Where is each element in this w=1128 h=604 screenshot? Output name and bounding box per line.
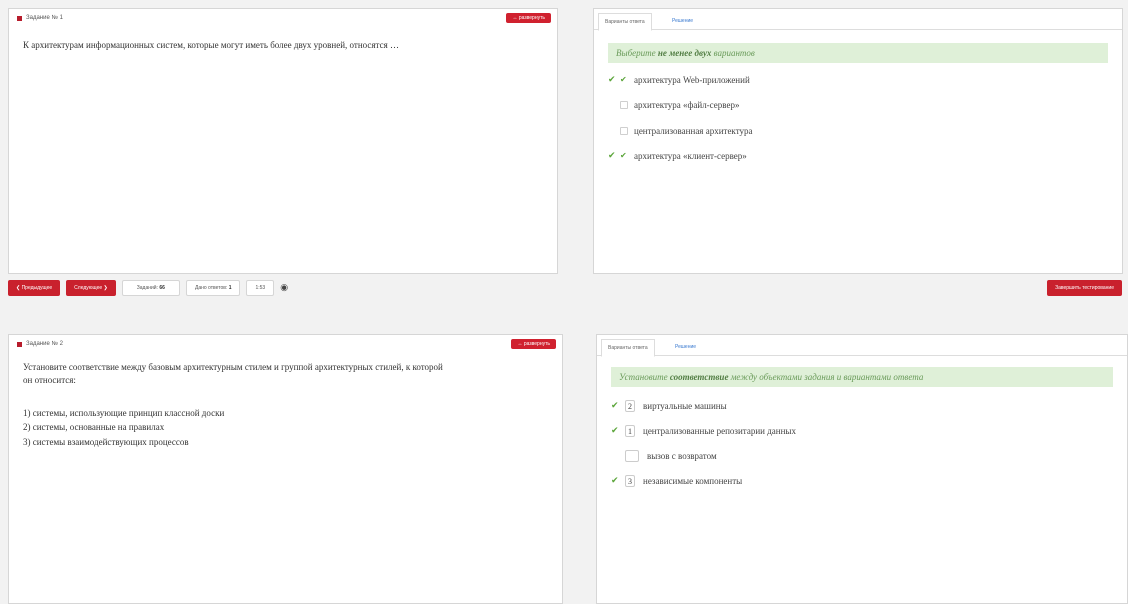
- task2-option-1[interactable]: ✔ 2 виртуальные машины: [611, 399, 727, 413]
- correct-check-icon: ✔: [611, 401, 619, 411]
- task1-answer-panel: Варианты ответа Решение Выберите не мене…: [593, 8, 1123, 274]
- option-label: архитектура «клиент-сервер»: [634, 151, 747, 161]
- tasks-counter-label: Заданий:: [136, 285, 158, 291]
- option-label: виртуальные машины: [643, 401, 727, 411]
- task2-question-line1: Установите соответствие между базовым ар…: [23, 362, 443, 372]
- tasks-counter-value: 66: [159, 285, 165, 291]
- option-label: централизованные репозитарии данных: [643, 426, 796, 436]
- task1-header: Задание № 1: [17, 15, 63, 21]
- task1-option-3[interactable]: централизованная архитектура: [608, 124, 753, 138]
- task2-option-2[interactable]: ✔ 1 централизованные репозитарии данных: [611, 424, 796, 438]
- tab-solution[interactable]: Решение: [669, 339, 702, 355]
- match-number-box[interactable]: 2: [625, 400, 635, 412]
- task1-option-4[interactable]: ✔ ✔ архитектура «клиент-сервер»: [608, 149, 747, 163]
- option-label: независимые компоненты: [643, 476, 743, 486]
- tab-answer-options[interactable]: Варианты ответа: [601, 339, 655, 357]
- tab-answer-options[interactable]: Варианты ответа: [598, 13, 652, 31]
- tasks-counter: Заданий: 66: [121, 280, 180, 296]
- hint-text-bold: соответствие: [669, 372, 729, 382]
- match-number-box[interactable]: 3: [625, 475, 635, 487]
- clock-icon: ◉: [280, 283, 289, 293]
- option-label: вызов с возвратом: [647, 451, 717, 461]
- checkbox-unchecked[interactable]: [620, 101, 628, 109]
- task-marker-icon: [17, 15, 22, 21]
- correct-check-icon: ✔: [608, 151, 616, 161]
- task1-tabs: Варианты ответа Решение: [594, 9, 1122, 31]
- finish-test-button[interactable]: Завершить тестирование: [1047, 280, 1122, 296]
- task2-header-text: Задание № 2: [26, 341, 63, 347]
- hint-text-post: вариантов: [711, 48, 755, 58]
- task2-item-1: 1) системы, использующие принцип классно…: [23, 408, 225, 418]
- task1-option-1[interactable]: ✔ ✔ архитектура Web-приложений: [608, 73, 750, 87]
- next-button[interactable]: Следующее ❯: [66, 280, 116, 296]
- correct-check-icon: ✔: [611, 476, 619, 486]
- task1-hint: Выберите не менее двух вариантов: [608, 43, 1108, 63]
- answers-counter-label: Дано ответов:: [194, 285, 228, 291]
- task2-hint: Установите соответствие между объектами …: [611, 367, 1113, 387]
- option-label: архитектура «файл-сервер»: [634, 100, 740, 110]
- task2-question-line2: он относится:: [23, 375, 76, 385]
- prev-button[interactable]: ❮ Предыдущее: [8, 280, 61, 296]
- tab-solution[interactable]: Решение: [666, 13, 699, 29]
- task1-expand-button[interactable]: ↔ развернуть: [506, 13, 551, 23]
- task2-answer-panel: Варианты ответа Решение Установите соотв…: [596, 334, 1128, 604]
- task2-item-3: 3) системы взаимодействующих процессов: [23, 437, 189, 447]
- hint-text-pre: Установите: [619, 372, 670, 382]
- task2-option-3[interactable]: вызов с возвратом: [611, 449, 717, 463]
- answers-counter-value: 1: [228, 285, 232, 291]
- task-marker-icon: [17, 341, 22, 347]
- hint-text-pre: Выберите: [616, 48, 658, 58]
- task2-tabs: Варианты ответа Решение: [597, 335, 1127, 357]
- timer: 1:53: [246, 280, 275, 296]
- option-label: централизованная архитектура: [634, 126, 753, 136]
- match-number-box[interactable]: 1: [625, 425, 635, 437]
- match-number-box[interactable]: [625, 450, 639, 462]
- option-label: архитектура Web-приложений: [634, 75, 750, 85]
- task1-header-text: Задание № 1: [26, 15, 63, 21]
- checkbox-checked-icon[interactable]: ✔: [620, 152, 628, 160]
- correct-check-icon: ✔: [608, 75, 616, 85]
- task2-question-panel: Задание № 2 ↔ развернуть Установите соот…: [8, 334, 563, 604]
- task2-item-2: 2) системы, основанные на правилах: [23, 422, 165, 432]
- answers-counter: Дано ответов: 1: [185, 280, 241, 296]
- task1-question-panel: Задание № 1 ↔ развернуть К архитектурам …: [8, 8, 558, 274]
- hint-text-bold: не менее двух: [657, 48, 712, 58]
- task2-option-4[interactable]: ✔ 3 независимые компоненты: [611, 474, 742, 488]
- task2-header: Задание № 2: [17, 341, 63, 347]
- task2-expand-button[interactable]: ↔ развернуть: [511, 339, 556, 349]
- checkbox-unchecked[interactable]: [620, 127, 628, 135]
- task1-question-text: К архитектурам информационных систем, ко…: [23, 40, 399, 50]
- hint-text-post: между объектами задания и вариантами отв…: [728, 372, 924, 382]
- task1-option-2[interactable]: архитектура «файл-сервер»: [608, 98, 739, 112]
- correct-check-icon: ✔: [611, 426, 619, 436]
- navigation-bar: ❮ Предыдущее Следующее ❯ Заданий: 66 Дан…: [8, 279, 288, 297]
- checkbox-checked-icon[interactable]: ✔: [620, 76, 628, 84]
